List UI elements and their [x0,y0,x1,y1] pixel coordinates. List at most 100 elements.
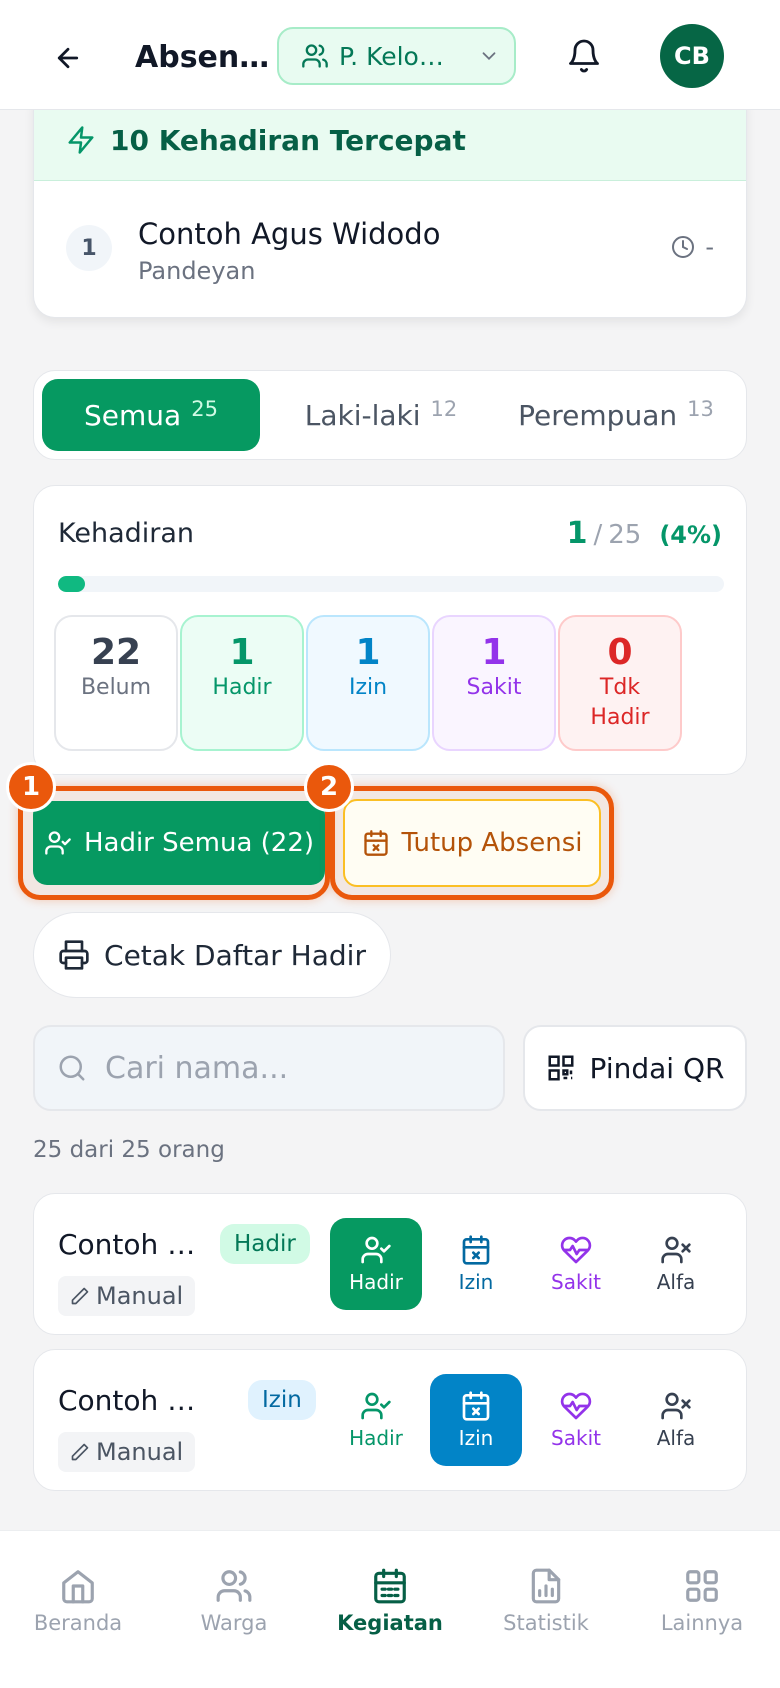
stat-label: Sakit [466,675,522,700]
nav-label: Statistik [503,1611,589,1635]
heart-pulse-icon [560,1236,592,1264]
member-name: Contoh A… [58,1228,208,1261]
heart-pulse-icon [560,1392,592,1420]
chart-file-icon [531,1568,561,1604]
group-selector[interactable]: P. Kelo… [277,27,516,85]
users-icon [216,1570,252,1602]
tab-count: 25 [191,397,218,421]
input-method-badge: Manual [58,1276,196,1316]
attendance-label: Kehadiran [58,518,195,549]
total-count: 25 [608,520,642,550]
mark-izin-button[interactable]: Izin [430,1218,522,1310]
calendar-x-icon [363,830,388,856]
attendance-time-value: - [705,233,714,261]
nav-statistik[interactable]: Statistik [468,1531,624,1671]
stat-value: 22 [90,632,142,673]
home-icon [62,1570,94,1604]
mark-alfa-label: Alfa [656,1426,696,1450]
calendar-icon [374,1568,406,1604]
user-avatar[interactable]: CB [660,24,724,88]
attendee-name: Contoh Agus Widodo [138,217,441,251]
mark-izin-label: Izin [458,1426,494,1450]
mark-alfa-button[interactable]: Alfa [630,1218,722,1310]
stat-box-belum: 22 Belum [54,615,178,751]
mark-all-present-label: Hadir Semua (22) [83,828,315,858]
nav-kegiatan[interactable]: Kegiatan [312,1531,468,1671]
scan-qr-label: Pindai QR [589,1051,725,1085]
attendance-time: - [671,233,714,261]
stat-label: Izin [348,675,388,700]
calendar-x-icon [462,1235,490,1265]
nav-beranda[interactable]: Beranda [0,1531,156,1671]
stat-value: 1 [355,632,381,673]
user-x-icon [661,1236,691,1264]
present-count: 1 [566,516,588,551]
tab-semua[interactable]: Semua 25 [42,379,260,451]
pencil-icon [71,1287,89,1305]
tab-label: Laki-laki [304,398,421,432]
stat-box-hadir: 1 Hadir [180,615,304,751]
notifications-button[interactable] [562,32,606,80]
mark-sakit-label: Sakit [551,1426,601,1450]
mark-hadir-button[interactable]: Hadir [330,1374,422,1466]
stat-value: 0 [607,632,633,673]
stat-box-tdk-hadir: 0 Tdk Hadir [558,615,682,751]
scan-qr-button[interactable]: Pindai QR [523,1025,747,1111]
qr-code-icon [548,1055,574,1081]
user-check-icon [361,1236,391,1264]
close-attendance-label: Tutup Absensi [401,828,583,858]
pencil-icon [71,1443,89,1461]
clock-icon [672,236,695,258]
lightning-icon [68,126,94,154]
result-count: 25 dari 25 orang [33,1137,225,1163]
nav-icon-wrap [683,1567,721,1605]
nav-label: Beranda [33,1611,123,1635]
user-check-icon [361,1392,391,1420]
nav-icon-wrap [59,1567,97,1605]
app-header: Absen… P. Kelo… CB [0,0,780,110]
mark-all-present-button[interactable]: Hadir Semua (22) [33,801,325,885]
stat-box-izin: 1 Izin [306,615,430,751]
nav-label: Warga [200,1611,268,1635]
tab-count: 12 [430,397,458,421]
arrow-left-icon [57,47,79,69]
ratio-separator: / [593,520,603,550]
search-input[interactable] [105,1050,485,1086]
mark-hadir-button[interactable]: Hadir [330,1218,422,1310]
print-attendance-button[interactable]: Cetak Daftar Hadir [33,912,391,998]
fastest-attendance-item: 1 Contoh Agus Widodo Pandeyan - [34,181,746,317]
nav-warga[interactable]: Warga [156,1531,312,1671]
mark-izin-button[interactable]: Izin [430,1374,522,1466]
mark-hadir-label: Hadir [349,1426,403,1450]
tab-laki-laki[interactable]: Laki-laki 12 [272,379,490,451]
back-button[interactable] [44,34,92,82]
attendance-percent: (4%) [659,521,722,549]
step-badge-2: 2 [304,762,354,812]
mark-hadir-label: Hadir [349,1270,403,1294]
page-title: Absen… [135,40,270,75]
attendance-progress-fill [58,576,85,592]
search-box [33,1025,505,1111]
gender-filter-tabs: Semua 25 Laki-laki 12 Perempuan 13 [33,370,747,460]
grid-icon [686,1570,718,1602]
attendee-location: Pandeyan [138,257,256,285]
stat-value: 1 [229,632,255,673]
mark-alfa-button[interactable]: Alfa [630,1374,722,1466]
member-row: Contoh Ba… Izin Manual Hadir Izin Sakit Alfa [33,1349,747,1491]
fastest-attendance-title: 10 Kehadiran Tercepat [110,123,466,157]
mark-izin-label: Izin [458,1270,494,1294]
bottom-navigation: Beranda Warga Kegiatan Statistik Lainnya [0,1530,780,1688]
mark-sakit-button[interactable]: Sakit [530,1374,622,1466]
tab-label: Semua [84,398,182,432]
tab-perempuan[interactable]: Perempuan 13 [496,379,736,451]
nav-lainnya[interactable]: Lainnya [624,1531,780,1671]
close-attendance-button[interactable]: Tutup Absensi [343,799,601,887]
calendar-x-icon [462,1391,490,1421]
stat-value: 1 [481,632,507,673]
mark-alfa-label: Alfa [656,1270,696,1294]
input-method-label: Manual [96,1438,184,1466]
tab-count: 13 [687,397,714,421]
printer-icon [59,940,89,970]
mark-sakit-button[interactable]: Sakit [530,1218,622,1310]
rank-badge: 1 [66,225,112,271]
